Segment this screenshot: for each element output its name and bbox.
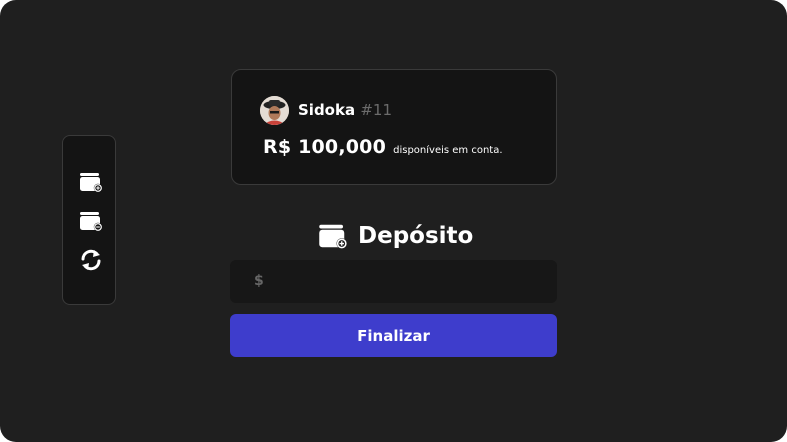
account-card: Sidoka #11 R$ 100,000 disponíveis em con… — [231, 69, 557, 185]
wallet-plus-icon — [80, 173, 103, 193]
balance-amount: R$ 100,000 — [263, 136, 387, 158]
avatar-image — [260, 96, 289, 125]
finalizar-button[interactable]: Finalizar — [230, 314, 557, 357]
amount-input[interactable] — [272, 266, 546, 298]
form-title: Depósito — [318, 220, 473, 252]
form-title-text: Depósito — [358, 223, 474, 249]
user-id: #11 — [360, 101, 392, 119]
deposit-button[interactable] — [78, 169, 104, 195]
username: Sidoka #11 — [298, 101, 392, 119]
transfer-button[interactable] — [78, 247, 104, 273]
action-sidebar — [62, 135, 116, 305]
deposit-panel: Sidoka #11 R$ 100,000 disponíveis em con… — [0, 0, 787, 442]
amount-field[interactable]: $ — [230, 260, 557, 303]
currency-symbol: $ — [254, 273, 264, 289]
withdraw-button[interactable] — [78, 208, 104, 234]
wallet-plus-icon — [319, 224, 347, 249]
avatar — [260, 96, 289, 125]
balance-line: R$ 100,000 disponíveis em conta. — [263, 136, 503, 158]
username-text: Sidoka — [298, 101, 356, 119]
balance-note: disponíveis em conta. — [393, 145, 503, 156]
transfer-arrows-icon — [81, 249, 101, 271]
wallet-minus-icon — [80, 212, 103, 232]
